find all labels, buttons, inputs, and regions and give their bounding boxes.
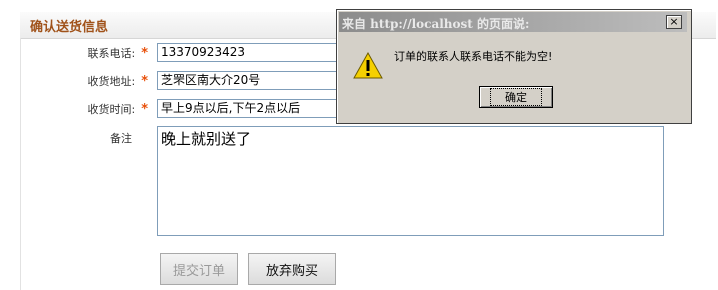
dialog-ok-button[interactable]: 确定 [479,86,553,108]
required-marker: * [141,46,148,61]
notes-label: 备注 [110,132,132,145]
cancel-purchase-button[interactable]: 放弃购买 [248,253,336,285]
dialog-titlebar: 来自 http://localhost 的页面说: × [339,12,687,32]
delivery-time-label-text: 收货时间: [87,103,136,116]
delivery-time-label: 收货时间: * [87,101,148,117]
notes-textarea[interactable]: 晚上就别送了 [157,126,664,236]
warning-icon [353,52,383,79]
close-icon[interactable]: × [666,15,682,29]
submit-order-button[interactable]: 提交订单 [160,253,238,285]
dialog-ok-label: 确定 [490,88,542,106]
dialog-message: 订单的联系人联系电话不能为空! [394,50,553,63]
delivery-time-input[interactable]: 早上9点以后,下午2点以后 [157,99,345,118]
address-label: 收货地址: * [87,73,148,89]
required-marker: * [141,102,148,117]
panel-border [20,38,21,290]
address-input[interactable]: 芝罘区南大介20号 [157,71,345,90]
required-marker: * [141,74,148,89]
section-title: 确认送货信息 [30,20,109,35]
phone-label-text: 联系电话: [87,47,136,60]
address-label-text: 收货地址: [87,75,136,88]
dialog-title: 来自 http://localhost 的页面说: [342,17,530,31]
phone-label: 联系电话: * [87,45,148,61]
alert-dialog: 来自 http://localhost 的页面说: × 订单的联系人联系电话不能… [336,9,692,124]
phone-input[interactable]: 13370923423 [157,43,345,62]
